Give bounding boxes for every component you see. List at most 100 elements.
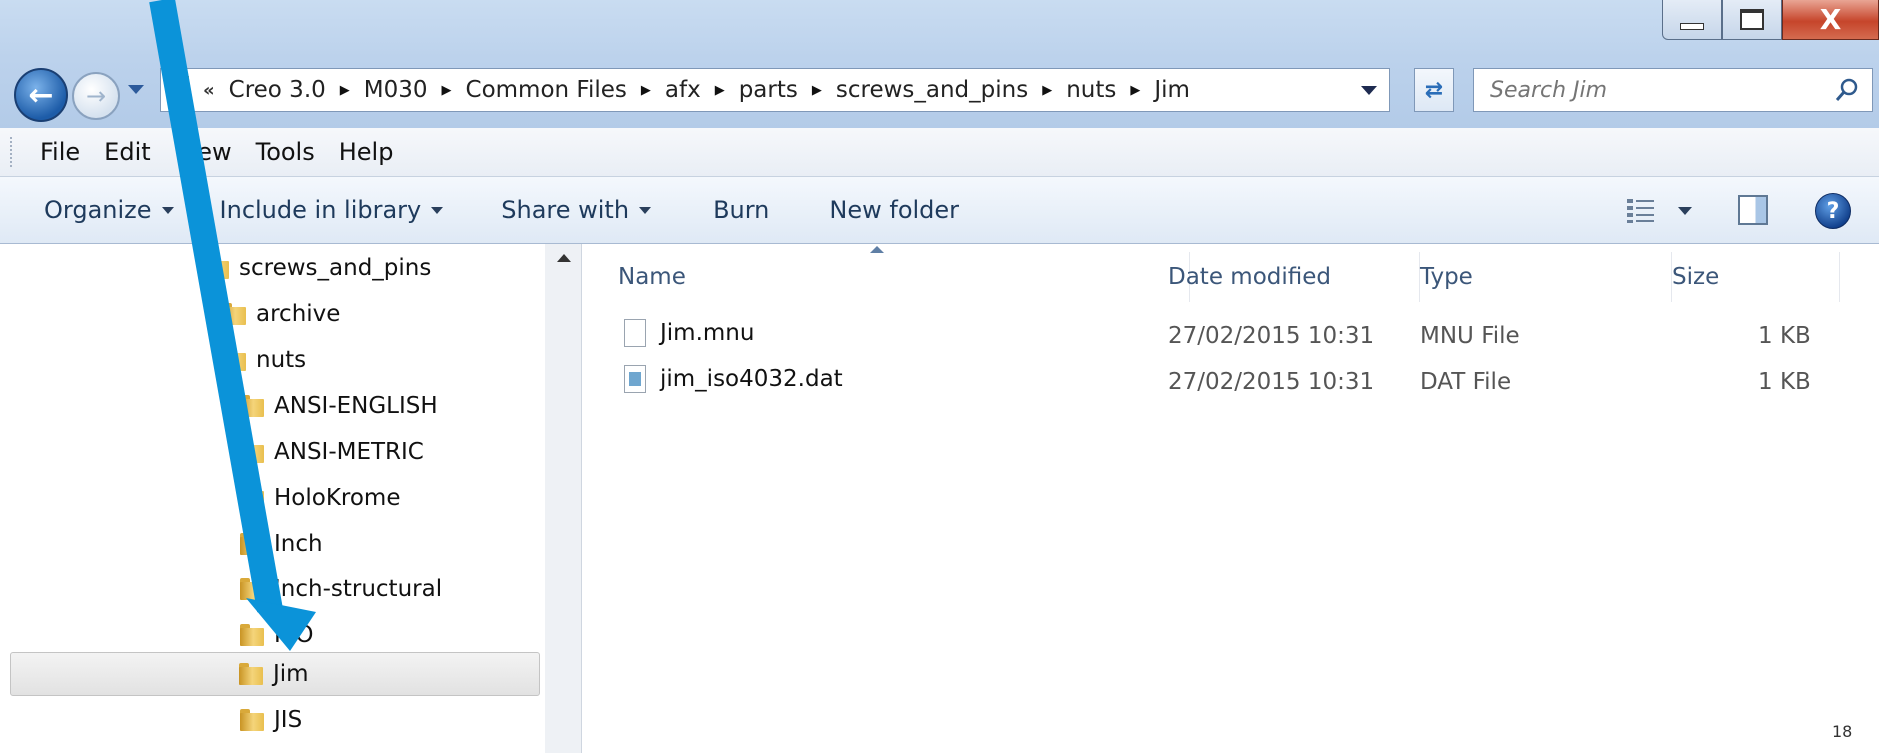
tree-item-label: JIS [274,707,303,733]
close-button[interactable]: X [1782,0,1879,40]
breadcrumb-creo[interactable]: Creo 3.0 [229,77,326,103]
burn-label: Burn [713,196,770,224]
organize-button[interactable]: Organize [44,196,174,224]
breadcrumb-arrow-icon[interactable]: ▶ [1130,83,1140,98]
file-date: 27/02/2015 10:31 [1168,323,1375,349]
breadcrumb-arrow-icon[interactable]: ▶ [812,83,822,98]
menu-file[interactable]: File [40,138,80,166]
menu-tools[interactable]: Tools [256,138,315,166]
dat-file-icon [624,365,646,393]
tree-item-archive[interactable]: archive [222,294,340,334]
tree-item-label: Inch [274,531,323,557]
file-row[interactable]: Jim.mnu 27/02/2015 10:31 MNU File 1 KB [620,315,1870,355]
column-header-size[interactable]: Size [1672,252,1840,302]
breadcrumb-arrow-icon[interactable]: ▶ [1042,83,1052,98]
view-options-dropdown-icon[interactable] [1678,207,1692,215]
file-type: DAT File [1420,369,1512,395]
maximize-button[interactable] [1722,0,1782,40]
column-header-name[interactable]: Name [618,252,1190,302]
breadcrumb-arrow-icon[interactable]: ▶ [641,83,651,98]
tree-item-inch-structural[interactable]: Inch-structural [240,569,442,609]
column-header-label: Type [1420,264,1473,290]
refresh-button[interactable]: ⇄ [1414,68,1454,112]
generic-file-icon [624,319,646,347]
folder-icon [240,533,264,555]
minimize-button[interactable] [1662,0,1722,40]
back-arrow-icon: ← [28,77,54,113]
breadcrumb-common-files[interactable]: Common Files [466,77,627,103]
folder-icon [222,349,246,371]
share-with-button[interactable]: Share with [501,196,652,224]
tree-item-iso[interactable]: ISO [240,615,314,655]
tree-item-nuts[interactable]: nuts [222,340,306,380]
scroll-up-icon[interactable] [557,254,571,262]
folder-icon [240,624,264,646]
new-folder-label: New folder [829,196,960,224]
breadcrumb-parts[interactable]: parts [739,77,798,103]
refresh-icon: ⇄ [1424,77,1444,103]
organize-label: Organize [44,196,152,224]
breadcrumb-nuts[interactable]: nuts [1066,77,1116,103]
breadcrumb-arrow-icon[interactable]: ▶ [715,83,725,98]
chevron-down-icon [431,206,444,214]
folder-icon [240,441,264,463]
tree-item-jim[interactable]: Jim [10,652,540,696]
breadcrumb-afx[interactable]: afx [665,77,701,103]
column-header-date-modified[interactable]: Date modified [1168,252,1420,302]
tree-item-label: ISO [274,622,314,648]
burn-button[interactable]: Burn [713,196,769,224]
column-header-label: Name [618,264,686,290]
menu-help[interactable]: Help [339,138,394,166]
minimize-icon [1680,23,1704,30]
recent-locations-dropdown[interactable] [128,85,144,94]
tree-item-label: Jim [273,661,309,687]
column-header-label: Size [1672,264,1720,290]
folder-icon [205,257,229,279]
navigation-pane[interactable]: screws_and_pins archive nuts ANSI-ENGLIS… [0,244,546,753]
breadcrumb-m030[interactable]: M030 [364,77,428,103]
file-size: 1 KB [1758,369,1811,395]
address-dropdown-icon[interactable] [1361,86,1377,95]
file-type: MNU File [1420,323,1520,349]
search-box[interactable] [1473,68,1873,112]
address-overflow-button[interactable]: « [203,80,215,101]
breadcrumb-screws-and-pins[interactable]: screws_and_pins [836,77,1028,103]
forward-button[interactable]: → [72,72,120,120]
change-view-icon[interactable] [1625,196,1657,224]
tree-item-inch[interactable]: Inch [240,524,323,564]
help-icon[interactable]: ? [1815,193,1851,229]
share-with-label: Share with [501,196,630,224]
folder-icon [222,303,246,325]
chevron-down-icon [639,206,652,214]
chevron-down-icon [161,206,174,214]
back-button[interactable]: ← [14,68,68,122]
window-controls: X [1662,0,1879,42]
breadcrumb-jim[interactable]: Jim [1154,77,1190,103]
new-folder-button[interactable]: New folder [829,196,959,224]
breadcrumb-arrow-icon[interactable]: ▶ [442,83,452,98]
tree-item-holokrome[interactable]: HoloKrome [240,478,401,518]
tree-item-label: screws_and_pins [239,255,432,281]
column-header-type[interactable]: Type [1420,252,1672,302]
file-row[interactable]: jim_iso4032.dat 27/02/2015 10:31 DAT Fil… [620,361,1870,401]
include-in-library-button[interactable]: Include in library [220,196,444,224]
column-header-label: Date modified [1168,264,1331,290]
file-size: 1 KB [1758,323,1811,349]
maximize-icon [1740,9,1764,30]
search-icon[interactable] [1834,77,1860,103]
file-date: 27/02/2015 10:31 [1168,369,1375,395]
address-bar[interactable]: « Creo 3.0 ▶ M030 ▶ Common Files ▶ afx ▶… [160,68,1390,112]
tree-item-screws-and-pins[interactable]: screws_and_pins [205,248,431,288]
menu-view[interactable]: View [175,138,232,166]
breadcrumb-arrow-icon[interactable]: ▶ [340,83,350,98]
tree-item-jis[interactable]: JIS [240,700,302,740]
folder-icon [239,663,263,685]
preview-pane-icon[interactable] [1738,195,1768,225]
tree-item-ansi-english[interactable]: ANSI-ENGLISH [240,386,438,426]
file-name: Jim.mnu [660,320,755,346]
tree-item-ansi-metric[interactable]: ANSI-METRIC [240,432,424,472]
search-input[interactable] [1488,76,1822,104]
menu-edit[interactable]: Edit [104,138,150,166]
folder-icon [240,395,264,417]
navigation-scrollbar[interactable] [545,244,582,753]
